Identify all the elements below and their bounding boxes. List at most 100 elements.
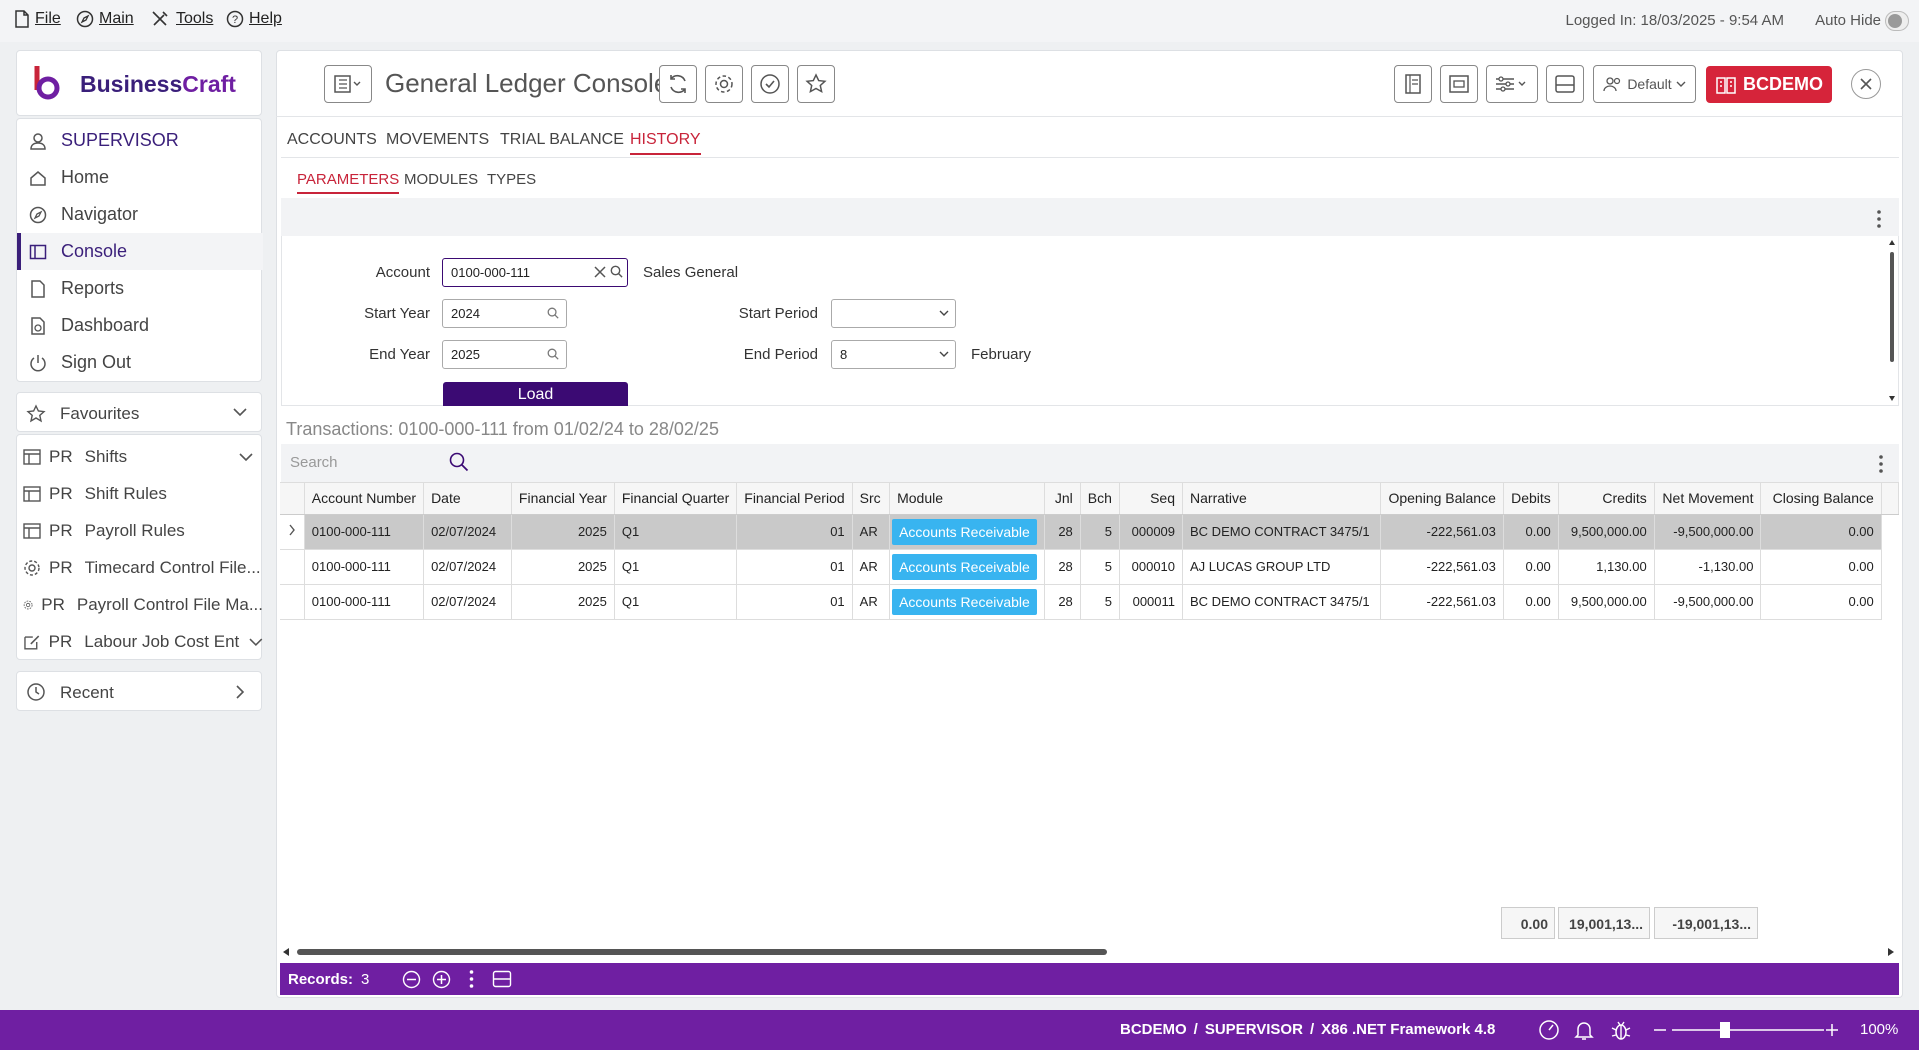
module-badge[interactable]: Accounts Receivable <box>892 553 1037 580</box>
table-row[interactable]: 0100-000-111 02/07/2024 2025 Q1 01 AR Ac… <box>280 584 1899 620</box>
table-row[interactable]: 0100-000-111 02/07/2024 2025 Q1 01 AR Ac… <box>280 549 1899 585</box>
column-header[interactable]: Date <box>423 483 512 515</box>
fav-item-payroll-control[interactable]: PR Payroll Control File Ma... <box>17 586 263 623</box>
favourites-header[interactable]: Favourites <box>16 392 262 432</box>
transactions-search-input[interactable]: Search <box>286 449 476 477</box>
cell: BC DEMO CONTRACT 3475/1 <box>1182 514 1382 550</box>
grid-more-button[interactable] <box>1878 454 1886 474</box>
company-badge[interactable]: BCDEMO <box>1706 66 1832 103</box>
fav-item-shifts[interactable]: PR Shifts <box>17 438 263 475</box>
bell-icon[interactable] <box>1574 1019 1594 1041</box>
main-menu[interactable]: Main <box>76 10 134 28</box>
column-header[interactable]: Narrative <box>1182 483 1382 515</box>
sidebar-item-sign-out[interactable]: Sign Out <box>17 344 263 381</box>
file-menu[interactable]: File <box>14 10 61 28</box>
params-more-button[interactable] <box>1876 209 1884 229</box>
help-menu[interactable]: ? Help <box>226 10 282 28</box>
start-period-select[interactable] <box>831 299 956 328</box>
profile-dropdown[interactable]: Default <box>1593 65 1696 103</box>
column-header[interactable]: Financial Quarter <box>614 483 738 515</box>
column-header[interactable]: Module <box>889 483 1045 515</box>
column-header[interactable]: Financial Year <box>511 483 615 515</box>
column-header[interactable]: Jnl <box>1044 483 1081 515</box>
column-header[interactable]: Account Number <box>304 483 425 515</box>
table-row[interactable]: 0100-000-111 02/07/2024 2025 Q1 01 AR Ac… <box>280 514 1899 550</box>
cell: 0.00 <box>1503 514 1559 550</box>
subtab-types[interactable]: TYPES <box>487 171 536 188</box>
tools-menu[interactable]: Tools <box>151 10 213 28</box>
footer-user: SUPERVISOR <box>1204 1021 1303 1038</box>
recent-header[interactable]: Recent <box>16 671 262 711</box>
search-icon[interactable] <box>610 265 623 278</box>
subtab-parameters[interactable]: PARAMETERS <box>297 171 400 194</box>
approve-button[interactable] <box>751 65 789 103</box>
row-expander[interactable] <box>280 549 305 585</box>
filter-options-button[interactable] <box>1486 65 1538 103</box>
user-item[interactable]: SUPERVISOR <box>17 122 263 159</box>
bug-icon[interactable] <box>1610 1018 1632 1042</box>
module-badge[interactable]: Accounts Receivable <box>892 518 1037 545</box>
row-expander[interactable] <box>280 514 305 550</box>
favourite-button[interactable] <box>797 65 835 103</box>
fav-label: Payroll Control File Ma... <box>76 594 263 614</box>
speedometer-icon[interactable] <box>1538 1019 1560 1041</box>
sidebar-item-label: Reports <box>61 278 125 298</box>
search-icon[interactable] <box>449 452 469 472</box>
fav-item-labour-job-cost[interactable]: PR Labour Job Cost Ent <box>17 623 263 660</box>
chevron-down-icon[interactable] <box>239 452 253 462</box>
end-period-select[interactable]: 8 <box>831 340 956 369</box>
chevron-down-icon[interactable] <box>249 637 263 647</box>
settings-button[interactable] <box>705 65 743 103</box>
clear-icon[interactable] <box>594 266 606 278</box>
fav-item-shift-rules[interactable]: PR Shift Rules <box>17 475 263 512</box>
fav-prefix: PR <box>41 594 65 614</box>
split-view-button[interactable] <box>1546 65 1584 103</box>
subtab-modules[interactable]: MODULES <box>404 171 478 188</box>
sidebar-item-dashboard[interactable]: Dashboard <box>17 307 263 344</box>
column-header[interactable]: Financial Period <box>736 483 853 515</box>
expand-all-icon[interactable] <box>432 970 451 989</box>
tab-trial-balance[interactable]: TRIAL BALANCE <box>500 131 624 149</box>
scroll-right-icon[interactable] <box>1887 947 1895 957</box>
column-header[interactable]: Bch <box>1080 483 1120 515</box>
tab-movements[interactable]: MOVEMENTS <box>386 131 489 149</box>
column-header[interactable]: Credits <box>1558 483 1655 515</box>
params-scrollbar[interactable] <box>1888 238 1896 404</box>
account-description: Sales General <box>643 264 739 281</box>
column-header[interactable]: Seq <box>1119 483 1184 515</box>
footer-separator: / <box>1193 1021 1198 1038</box>
split-icon[interactable] <box>492 970 512 988</box>
sidebar-item-home[interactable]: Home <box>17 159 263 196</box>
sidebar-item-reports[interactable]: Reports <box>17 270 263 307</box>
fav-item-payroll-rules[interactable]: PR Payroll Rules <box>17 512 263 549</box>
search-icon[interactable] <box>547 348 559 360</box>
close-button[interactable] <box>1851 69 1881 99</box>
tab-accounts[interactable]: ACCOUNTS <box>287 131 377 149</box>
column-header[interactable]: Opening Balance <box>1380 483 1504 515</box>
zoom-slider[interactable] <box>1652 1020 1840 1040</box>
fav-prefix: PR <box>49 557 73 577</box>
column-header[interactable]: Closing Balance <box>1760 483 1882 515</box>
file-menu-label: File <box>35 10 61 27</box>
fav-item-timecard-control[interactable]: PR Timecard Control File... <box>17 549 263 586</box>
load-button[interactable]: Load <box>443 382 628 406</box>
module-badge[interactable]: Accounts Receivable <box>892 588 1037 615</box>
collapse-all-icon[interactable] <box>402 970 421 989</box>
search-icon[interactable] <box>547 307 559 319</box>
horizontal-scroll-thumb[interactable] <box>297 949 1107 955</box>
column-header[interactable]: Net Movement <box>1654 483 1762 515</box>
notes-button[interactable] <box>1394 65 1432 103</box>
column-header[interactable]: Src <box>852 483 891 515</box>
column-header[interactable]: Debits <box>1503 483 1559 515</box>
sidebar-item-navigator[interactable]: Navigator <box>17 196 263 233</box>
brand-name: BusinessCraft <box>80 71 236 98</box>
console-menu-button[interactable] <box>324 65 372 103</box>
layout-button[interactable] <box>1440 65 1478 103</box>
refresh-button[interactable] <box>659 65 697 103</box>
more-vertical-icon[interactable] <box>469 969 474 989</box>
sidebar-item-console[interactable]: Console <box>17 233 263 270</box>
row-expander[interactable] <box>280 584 305 620</box>
scroll-left-icon[interactable] <box>282 947 290 957</box>
auto-hide-toggle[interactable] <box>1885 11 1909 31</box>
tab-history[interactable]: HISTORY <box>630 131 701 155</box>
